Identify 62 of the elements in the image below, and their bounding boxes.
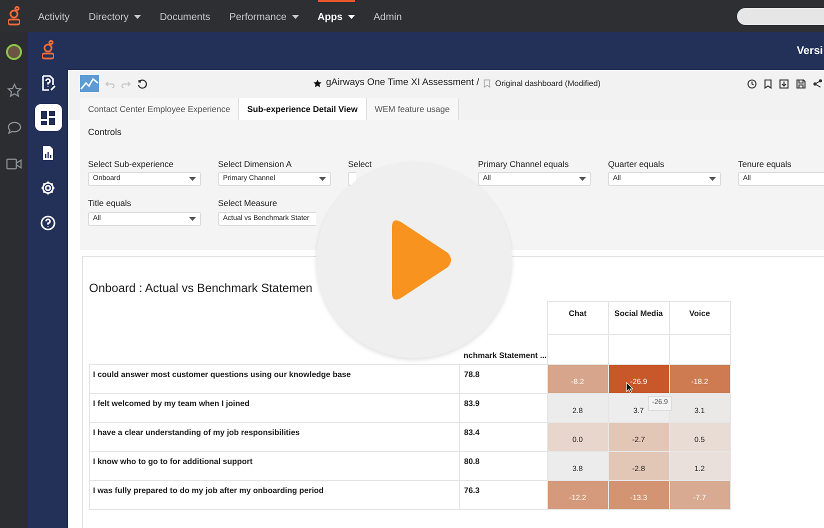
filter-label: Tenure equals xyxy=(738,158,792,170)
dashboard-name: Original dashboard (Modified) xyxy=(495,78,600,90)
caret-icon xyxy=(319,177,326,182)
star-icon[interactable] xyxy=(313,79,322,88)
nav-menu-item[interactable]: Directory xyxy=(88,0,141,32)
filter-label: Select xyxy=(348,158,372,170)
tab[interactable]: Sub-experience Detail View xyxy=(239,98,367,120)
help-icon xyxy=(40,214,56,230)
nav-menu-item[interactable]: Performance xyxy=(229,0,299,32)
tab[interactable]: WEM feature usage xyxy=(366,98,459,120)
caret-icon xyxy=(709,177,716,182)
app-logo-icon xyxy=(80,75,99,92)
sidebar-item[interactable] xyxy=(34,104,62,131)
table-cell: 83.4 xyxy=(460,422,548,452)
filter-label: Select Dimension A xyxy=(218,158,292,170)
filter-label: Primary Channel equals xyxy=(478,158,569,170)
star-icon[interactable] xyxy=(6,83,22,98)
filter-label: Select Measure xyxy=(218,197,278,210)
table-cell: 80.8 xyxy=(460,452,548,480)
bookmark-icon[interactable] xyxy=(764,78,772,88)
clock-icon[interactable] xyxy=(747,78,757,88)
download-icon[interactable] xyxy=(779,78,789,88)
filter-label: Title equals xyxy=(88,197,132,210)
document-question-icon xyxy=(40,74,56,90)
avatar[interactable] xyxy=(6,44,22,60)
table-cell: I know who to go to for additional support xyxy=(90,452,460,480)
section-title: Controls xyxy=(88,126,122,139)
table-cell: I was fully prepared to do my job after my onboarding period xyxy=(90,480,460,510)
table-cell: I have a clear understanding of my job responsibilities xyxy=(90,422,460,452)
table-cell: 83.9 xyxy=(460,394,548,422)
share-icon[interactable] xyxy=(813,78,822,88)
settings-icon xyxy=(40,180,56,196)
nav-menu-item[interactable]: Activity xyxy=(38,0,70,32)
search-field[interactable] xyxy=(737,8,824,25)
nav-menu-item[interactable]: Documents xyxy=(160,0,210,32)
logo-icon xyxy=(42,40,54,60)
filter-label: Quarter equals xyxy=(608,158,664,170)
tab[interactable]: Contact Center Employee Experience xyxy=(80,98,240,120)
table-title: Onboard : Actual vs Benchmark Statemen xyxy=(89,280,312,297)
dropdown-field[interactable] xyxy=(348,172,356,186)
caret-icon xyxy=(579,177,586,182)
caret-icon xyxy=(189,177,196,182)
video-icon[interactable] xyxy=(6,158,22,170)
chat-icon[interactable] xyxy=(6,121,22,135)
column-header: Social Media xyxy=(608,302,670,334)
report-icon xyxy=(40,144,56,160)
filter-label: Select Sub-experience xyxy=(88,158,174,170)
table-cell: 76.3 xyxy=(460,480,548,510)
caret-icon xyxy=(189,217,196,221)
table-cell: I felt welcomed by my team when I joined xyxy=(90,394,460,422)
table-cell: I could answer most customer questions using our knowledge base xyxy=(90,364,460,394)
version-label: Versi xyxy=(796,44,823,59)
refresh-icon[interactable] xyxy=(137,78,147,88)
dashboard-icon xyxy=(40,110,56,126)
table-cell: 78.8 xyxy=(460,364,548,394)
column-header: Voice xyxy=(669,302,730,334)
logo-icon xyxy=(8,6,20,26)
column-header: nchmark Statement ... xyxy=(460,334,548,364)
column-header: Chat xyxy=(547,302,608,334)
nav-menu-item[interactable]: Admin xyxy=(374,0,402,32)
dashboard-title: gAirways One Time XI Assessment / xyxy=(326,76,480,90)
save-icon[interactable] xyxy=(796,78,806,88)
